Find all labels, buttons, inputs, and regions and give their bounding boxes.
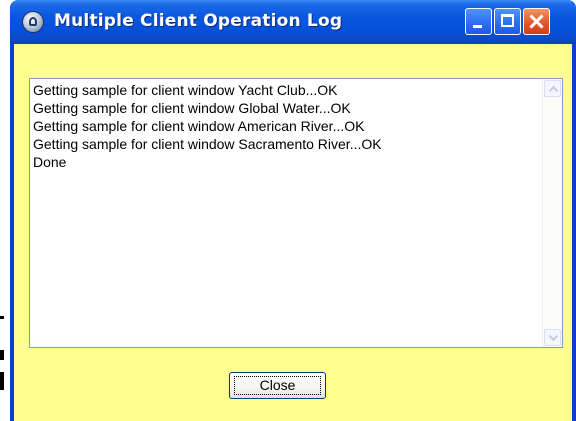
chevron-up-icon (548, 85, 559, 93)
edge-mark (0, 350, 4, 360)
log-lines: Getting sample for client window Yacht C… (33, 81, 540, 171)
desktop-edge (0, 0, 10, 421)
log-line: Getting sample for client window America… (33, 118, 365, 134)
window-title: Multiple Client Operation Log (54, 11, 343, 31)
title-bar[interactable]: Multiple Client Operation Log (10, 0, 576, 44)
edge-mark (0, 372, 4, 390)
scroll-up-button[interactable] (544, 80, 561, 97)
close-window-button[interactable] (523, 8, 550, 35)
log-line: Done (33, 154, 67, 170)
dialog-client-area: Getting sample for client window Yacht C… (14, 44, 572, 421)
close-button[interactable]: Close (229, 372, 326, 399)
chevron-down-icon (548, 334, 559, 342)
log-line: Getting sample for client window Sacrame… (33, 136, 382, 152)
log-line: Getting sample for client window Yacht C… (33, 82, 338, 98)
vertical-scrollbar[interactable] (542, 79, 562, 347)
scroll-down-button[interactable] (544, 329, 561, 346)
screen: Multiple Client Operation Log Getting sa… (0, 0, 576, 421)
operation-log-window: Multiple Client Operation Log Getting sa… (10, 0, 576, 421)
operation-log-textbox[interactable]: Getting sample for client window Yacht C… (29, 78, 563, 348)
app-globe-icon[interactable] (22, 11, 44, 33)
close-button-label: Close (259, 377, 296, 393)
minimize-button[interactable] (465, 8, 492, 35)
log-line: Getting sample for client window Global … (33, 100, 351, 116)
edge-mark (0, 316, 4, 319)
maximize-button[interactable] (494, 8, 521, 35)
